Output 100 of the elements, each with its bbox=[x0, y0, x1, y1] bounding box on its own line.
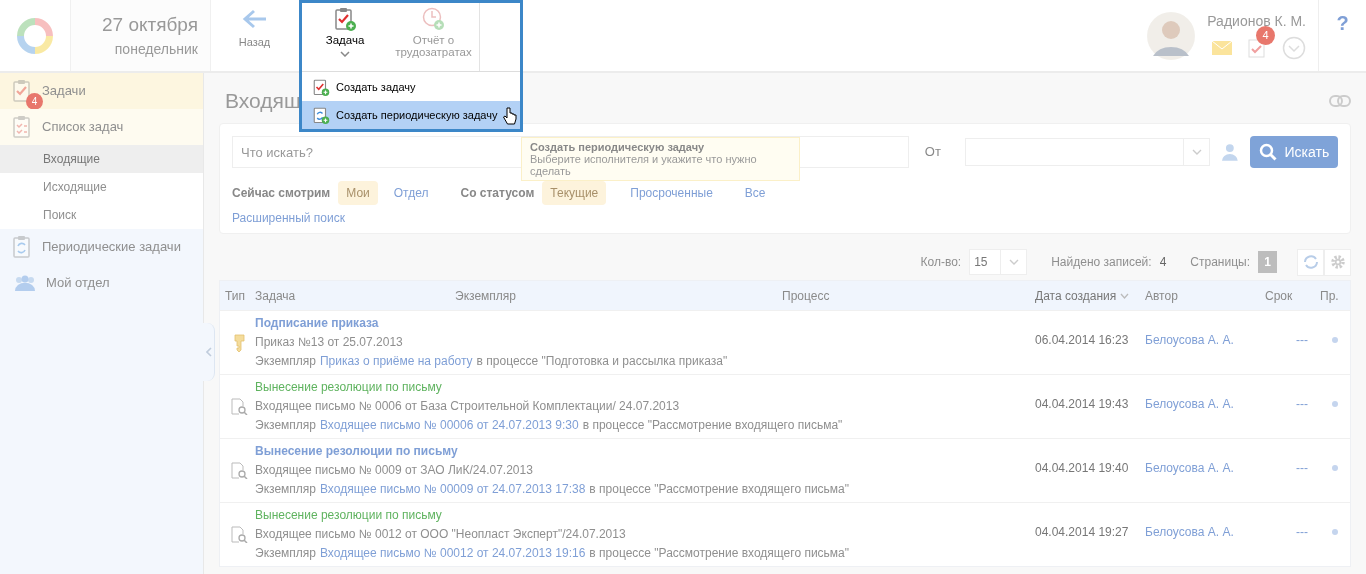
deadline-text: --- bbox=[1296, 459, 1308, 477]
hand-cursor-icon bbox=[503, 107, 517, 127]
column-header[interactable]: Тип bbox=[225, 286, 245, 305]
weekday-text: понедельник bbox=[114, 40, 198, 60]
from-label: От bbox=[924, 143, 941, 162]
column-header[interactable]: Автор bbox=[1145, 286, 1178, 305]
sort-down-icon bbox=[1120, 292, 1130, 299]
count-dropdown[interactable]: 15 bbox=[969, 249, 1028, 275]
view-label: Сейчас смотрим bbox=[232, 185, 331, 202]
key-icon bbox=[234, 333, 245, 352]
count-label: Кол-во: bbox=[920, 254, 962, 271]
sidebar-item[interactable]: Список задач bbox=[0, 109, 203, 145]
column-header[interactable]: Задача bbox=[255, 286, 296, 305]
task-subject: Входящее письмо № 0012 от ООО "Неопласт Эксперт"/24.07.2013 bbox=[255, 526, 626, 543]
instance-link[interactable]: Входящее письмо № 00009 от 24.07.2013 17:38 bbox=[320, 481, 586, 498]
date-text: 27 октября bbox=[101, 12, 198, 37]
filter-chip[interactable]: Просроченные bbox=[622, 181, 721, 205]
person-icon[interactable] bbox=[1222, 143, 1238, 161]
created-date: 04.04.2014 19:27 bbox=[1035, 524, 1129, 539]
instance-link[interactable]: Входящее письмо № 00012 от 24.07.2013 19:16 bbox=[320, 545, 586, 562]
pages-label: Страницы: bbox=[1190, 254, 1250, 271]
sidebar-subitem[interactable]: Исходящие bbox=[0, 173, 203, 201]
envelope-icon[interactable] bbox=[1212, 41, 1232, 55]
clock-plus-icon bbox=[421, 7, 446, 31]
process-text: в процессе "Рассмотрение входящего письма" bbox=[589, 481, 850, 498]
toolbar-button[interactable]: Отчёт о трудозатратах bbox=[388, 3, 480, 72]
chevron-down-icon bbox=[340, 51, 350, 57]
created-date: 04.04.2014 19:40 bbox=[1035, 460, 1129, 475]
help-icon[interactable]: ? bbox=[1336, 8, 1349, 71]
chevron-down-icon bbox=[1008, 259, 1019, 265]
chevron-left-icon bbox=[205, 347, 212, 357]
task-title[interactable]: Вынесение резолюции по письму bbox=[255, 379, 442, 396]
sidebar-subitem[interactable]: Входящие bbox=[0, 145, 203, 173]
instance-link[interactable]: Приказ о приёме на работу bbox=[320, 353, 473, 370]
task-icon bbox=[312, 78, 330, 97]
advanced-search-link[interactable]: Расширенный поиск bbox=[232, 209, 345, 227]
author-link[interactable]: Белоусова А. А. bbox=[1145, 460, 1234, 475]
deadline-text: --- bbox=[1296, 395, 1308, 413]
process-text: в процессе "Подготовка и рассылка приказа" bbox=[476, 353, 728, 370]
filter-chip[interactable]: Мои bbox=[338, 181, 378, 205]
arrow-left-icon bbox=[241, 8, 268, 30]
search-icon bbox=[1258, 143, 1277, 161]
settings-button[interactable] bbox=[1324, 248, 1351, 276]
page-button[interactable]: 1 bbox=[1258, 251, 1277, 273]
instance-label: Экземпляр bbox=[255, 481, 316, 498]
back-button[interactable]: Назад bbox=[238, 0, 271, 71]
task-title[interactable]: Вынесение резолюции по письму bbox=[255, 507, 442, 524]
task-title[interactable]: Вынесение резолюции по письму bbox=[255, 443, 458, 460]
task-subject: Входящее письмо № 0006 от База Строительной Комплектации/ 24.07.2013 bbox=[255, 398, 680, 415]
avatar-icon bbox=[1147, 11, 1196, 60]
chevron-down-icon bbox=[1191, 149, 1202, 155]
clipboard-plus-icon bbox=[334, 7, 356, 31]
filter-chip[interactable]: Все bbox=[736, 181, 774, 205]
chevron-down-circle-icon[interactable] bbox=[1282, 36, 1306, 60]
created-date: 06.04.2014 16:23 bbox=[1035, 332, 1129, 347]
filter-chip[interactable]: Отдел bbox=[385, 181, 437, 205]
document-search-icon bbox=[231, 462, 248, 479]
instance-label: Экземпляр bbox=[255, 417, 316, 434]
column-header[interactable]: Дата создания bbox=[1035, 286, 1130, 305]
periodic-task-icon bbox=[312, 106, 330, 125]
from-dropdown[interactable] bbox=[964, 138, 1211, 166]
tooltip-text: Выберите исполнителя и укажите что нужно сделать bbox=[530, 153, 758, 177]
refresh-icon bbox=[1301, 253, 1320, 271]
settings-icon bbox=[1329, 254, 1346, 270]
status-label: Со статусом bbox=[460, 185, 535, 202]
filter-chip[interactable]: Текущие bbox=[542, 181, 607, 205]
author-link[interactable]: Белоусова А. А. bbox=[1145, 524, 1234, 539]
column-header[interactable]: Экземпляр bbox=[455, 286, 516, 305]
process-text: в процессе "Рассмотрение входящего письма" bbox=[589, 545, 850, 562]
task-subject: Приказ №13 от 25.07.2013 bbox=[255, 334, 403, 351]
toolbar-button[interactable]: Задача bbox=[302, 3, 388, 72]
task-subject: Входящее письмо № 0009 от ЗАО ЛиК/24.07.2013 bbox=[255, 462, 533, 479]
tooltip-title: Создать периодическую задачу bbox=[530, 141, 706, 153]
instance-label: Экземпляр bbox=[255, 353, 316, 370]
people-icon bbox=[12, 274, 38, 292]
deadline-text: --- bbox=[1296, 331, 1308, 349]
found-count: 4 bbox=[1159, 254, 1167, 271]
table-row[interactable]: Подписание приказа Приказ №13 от 25.07.2013 Экземпляр Приказ о приёме на работу в процессе "Подготовка и рассылка приказа" 06.04.2014 16:23 Белоусова А. А. --- bbox=[220, 310, 1350, 374]
instance-label: Экземпляр bbox=[255, 545, 316, 562]
instance-link[interactable]: Входящее письмо № 00006 от 24.07.2013 9:30 bbox=[320, 417, 579, 434]
link-icon[interactable] bbox=[1329, 95, 1351, 107]
sidebar-subitem[interactable]: Поиск bbox=[0, 201, 203, 229]
column-header[interactable]: Процесс bbox=[782, 286, 830, 305]
refresh-button[interactable] bbox=[1297, 248, 1324, 276]
page-title: Входящ bbox=[225, 88, 302, 115]
process-text: в процессе "Рассмотрение входящего письма" bbox=[582, 417, 843, 434]
author-link[interactable]: Белоусова А. А. bbox=[1145, 332, 1234, 347]
document-search-icon bbox=[231, 526, 248, 543]
task-icon[interactable] bbox=[1248, 38, 1266, 58]
author-link[interactable]: Белоусова А. А. bbox=[1145, 396, 1234, 411]
sidebar-item[interactable]: 4 Задачи bbox=[0, 73, 203, 109]
column-header[interactable]: Пр. bbox=[1320, 286, 1339, 305]
task-title[interactable]: Подписание приказа bbox=[255, 315, 379, 332]
column-header[interactable]: Срок bbox=[1265, 286, 1293, 305]
collapse-tab[interactable] bbox=[203, 323, 215, 381]
search-button[interactable]: Искать bbox=[1249, 136, 1338, 168]
created-date: 04.04.2014 19:43 bbox=[1035, 396, 1129, 411]
menu-item[interactable]: Создать периодическую задачу bbox=[302, 101, 520, 129]
document-search-icon bbox=[231, 398, 248, 415]
task-count-badge: 4 bbox=[1256, 26, 1275, 45]
